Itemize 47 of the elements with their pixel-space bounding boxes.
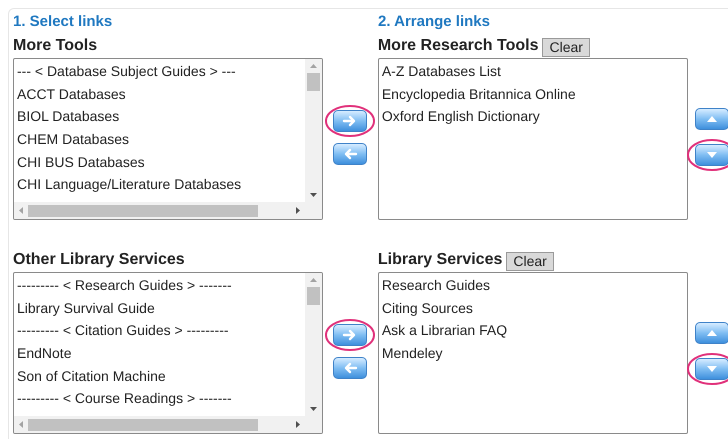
list-option[interactable]: CHI Language/Literature Databases bbox=[17, 173, 242, 196]
list-option[interactable]: BIOL Databases bbox=[17, 105, 120, 128]
link-listbox[interactable]: --- < Database Subject Guides > --- ACCT Databases BIOL Databases CHEM Databases CHI BUS Databases CHI Language/Literature Databases bbox=[13, 58, 323, 220]
scroll-thumb[interactable] bbox=[28, 204, 258, 216]
list-option[interactable]: Encyclopedia Britannica Online bbox=[382, 82, 576, 106]
list-title: More Tools bbox=[13, 36, 98, 56]
list-option[interactable]: --------- < Course Readings > ------- bbox=[17, 387, 232, 410]
move-down-button[interactable] bbox=[695, 144, 728, 166]
list-option[interactable]: Research Guides bbox=[382, 274, 490, 297]
link-listbox[interactable]: Research Guides Citing Sources Ask a Librarian FAQ Mendeley bbox=[378, 272, 688, 434]
vertical-scrollbar[interactable] bbox=[305, 273, 322, 416]
vertical-scrollbar[interactable] bbox=[305, 59, 322, 202]
scroll-thumb[interactable] bbox=[307, 287, 320, 305]
list-option[interactable]: A-Z Databases List bbox=[382, 60, 501, 83]
list-option[interactable]: --------- < Citation Guides > --------- bbox=[17, 319, 229, 342]
move-right-button[interactable] bbox=[333, 110, 368, 132]
list-option[interactable]: ACCT Databases bbox=[17, 82, 126, 106]
link-listbox[interactable]: A-Z Databases List Encyclopedia Britannica Online Oxford English Dictionary bbox=[378, 58, 688, 220]
scroll-thumb[interactable] bbox=[28, 418, 258, 430]
list-option[interactable]: --- < Database Subject Guides > --- bbox=[17, 60, 236, 83]
horizontal-scrollbar[interactable] bbox=[14, 416, 322, 433]
move-up-button[interactable] bbox=[695, 108, 728, 130]
list-title: Other Library Services bbox=[13, 250, 186, 270]
move-down-button[interactable] bbox=[695, 358, 728, 380]
list-option[interactable]: Mendeley bbox=[382, 342, 443, 365]
step-heading: 1. Select links bbox=[13, 12, 114, 32]
list-option[interactable]: Oxford English Dictionary bbox=[382, 105, 540, 128]
list-option[interactable]: Citing Sources bbox=[382, 296, 473, 320]
list-option[interactable]: CHI BUS Databases bbox=[17, 150, 145, 174]
list-option[interactable]: --------- < Research Guides > ------- bbox=[17, 274, 232, 297]
scroll-thumb[interactable] bbox=[307, 73, 320, 91]
list-title: Library Services bbox=[378, 250, 502, 270]
move-right-button[interactable] bbox=[333, 324, 368, 346]
clear-button[interactable]: Clear bbox=[542, 38, 590, 56]
list-option[interactable]: EndNote bbox=[17, 342, 72, 365]
step-heading: 2. Arrange links bbox=[378, 12, 490, 32]
list-option[interactable]: Ask a Librarian FAQ bbox=[382, 319, 508, 342]
move-up-button[interactable] bbox=[695, 322, 728, 344]
list-option[interactable]: Son of Citation Machine bbox=[17, 364, 166, 388]
clear-button[interactable]: Clear bbox=[506, 252, 554, 270]
link-listbox[interactable]: --------- < Research Guides > ------- Library Survival Guide --------- < Citation Guides > --------- EndNote Son of Citation Machine --------- < Course Readings > ------- bbox=[13, 272, 323, 434]
list-option[interactable]: Library Survival Guide bbox=[17, 296, 155, 320]
list-option[interactable]: CHEM Databases bbox=[17, 128, 130, 151]
move-left-button[interactable] bbox=[333, 143, 368, 165]
list-title: More Research Tools bbox=[378, 36, 538, 56]
horizontal-scrollbar[interactable] bbox=[14, 202, 322, 219]
move-left-button[interactable] bbox=[333, 357, 368, 379]
